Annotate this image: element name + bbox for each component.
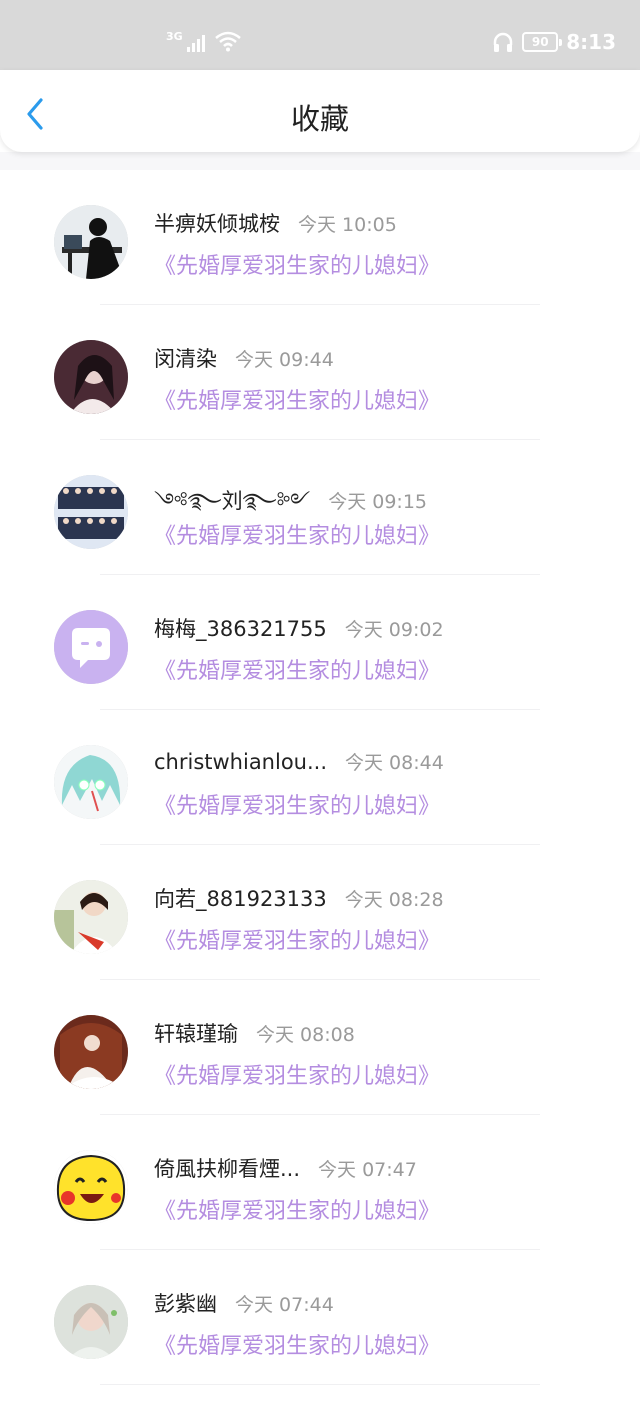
book-title[interactable]: 《先婚厚爱羽生家的儿媳妇》	[154, 1058, 440, 1090]
user-name: 闵清染	[154, 347, 217, 371]
user-name: 半痹妖倾城桉	[154, 212, 280, 236]
list-item[interactable]: ༺࿐刘࿐༻ 今天 09:15 《先婚厚爱羽生家的儿媳妇》	[0, 440, 640, 575]
list-item[interactable]: 闵清染 今天 09:44 《先婚厚爱羽生家的儿媳妇》	[0, 305, 640, 440]
signal-icon	[186, 32, 205, 52]
header-gap	[0, 152, 640, 170]
item-header: 倚風扶柳看煙... 今天 07:47	[154, 1153, 417, 1183]
headphone-icon	[494, 32, 513, 52]
list-item[interactable]: 轩辕瑾瑜 今天 08:08 《先婚厚爱羽生家的儿媳妇》	[0, 980, 640, 1115]
avatar[interactable]	[54, 1150, 128, 1224]
status-bar: 3G 90 8:13	[0, 0, 640, 70]
user-name: 彭紫幽	[154, 1292, 217, 1316]
list-item[interactable]: christwhianlou... 今天 08:44 《先婚厚爱羽生家的儿媳妇》	[0, 710, 640, 845]
book-title[interactable]: 《先婚厚爱羽生家的儿媳妇》	[154, 788, 440, 820]
timestamp: 今天 08:28	[344, 889, 444, 911]
user-name: 轩辕瑾瑜	[154, 1022, 238, 1046]
timestamp: 今天 08:08	[256, 1024, 355, 1046]
timestamp: 今天 07:47	[318, 1159, 417, 1181]
avatar[interactable]	[54, 880, 128, 954]
timestamp: 今天 10:05	[298, 214, 397, 236]
list-item[interactable]: 梅梅_386321755 今天 09:02 《先婚厚爱羽生家的儿媳妇》	[0, 575, 640, 710]
book-title[interactable]: 《先婚厚爱羽生家的儿媳妇》	[154, 923, 440, 955]
user-name: 向若_881923133	[154, 887, 327, 911]
page-title: 收藏	[290, 102, 349, 136]
timestamp: 今天 09:44	[235, 349, 334, 371]
item-header: christwhianlou... 今天 08:44	[154, 748, 444, 775]
list-item[interactable]: 倚風扶柳看煙... 今天 07:47 《先婚厚爱羽生家的儿媳妇》	[0, 1115, 640, 1250]
timestamp: 今天 07:44	[235, 1294, 334, 1316]
book-title[interactable]: 《先婚厚爱羽生家的儿媳妇》	[154, 518, 440, 550]
list-item[interactable]: 彭紫幽 今天 07:44 《先婚厚爱羽生家的儿媳妇》	[0, 1250, 640, 1385]
avatar[interactable]	[54, 340, 128, 414]
book-title[interactable]: 《先婚厚爱羽生家的儿媳妇》	[154, 1328, 440, 1360]
item-header: 梅梅_386321755 今天 09:02	[154, 613, 444, 643]
wifi-icon	[214, 31, 241, 52]
list-item[interactable]: 半痹妖倾城桉 今天 10:05 《先婚厚爱羽生家的儿媳妇》	[0, 170, 640, 305]
user-name: christwhianlou...	[154, 750, 328, 774]
book-title[interactable]: 《先婚厚爱羽生家的儿媳妇》	[154, 248, 440, 280]
avatar[interactable]	[54, 1285, 128, 1359]
network-indicators: 3G	[166, 30, 241, 52]
item-header: 轩辕瑾瑜 今天 08:08	[154, 1018, 355, 1048]
item-header: 向若_881923133 今天 08:28	[154, 883, 444, 913]
book-title[interactable]: 《先婚厚爱羽生家的儿媳妇》	[154, 1193, 440, 1225]
item-header: 彭紫幽 今天 07:44	[154, 1288, 334, 1318]
book-title[interactable]: 《先婚厚爱羽生家的儿媳妇》	[154, 383, 440, 415]
avatar[interactable]	[54, 745, 128, 819]
status-right: 90 8:13	[492, 30, 616, 54]
user-name: 倚風扶柳看煙...	[154, 1157, 301, 1181]
favorites-list: 半痹妖倾城桉 今天 10:05 《先婚厚爱羽生家的儿媳妇》 闵清染 今天 09:…	[0, 170, 640, 1385]
avatar[interactable]	[54, 1015, 128, 1089]
avatar[interactable]	[54, 475, 128, 549]
item-header: 闵清染 今天 09:44	[154, 343, 334, 373]
battery-icon: 90	[522, 32, 563, 52]
avatar[interactable]	[54, 610, 128, 684]
book-title[interactable]: 《先婚厚爱羽生家的儿媳妇》	[154, 653, 440, 685]
user-name: 梅梅_386321755	[154, 617, 327, 641]
timestamp: 今天 09:02	[344, 619, 444, 641]
network-type: 3G	[166, 30, 183, 43]
header: 收藏	[0, 70, 640, 152]
list-item[interactable]: 向若_881923133 今天 08:28 《先婚厚爱羽生家的儿媳妇》	[0, 845, 640, 980]
timestamp: 今天 09:15	[328, 491, 427, 513]
avatar[interactable]	[54, 205, 128, 279]
item-header: 半痹妖倾城桉 今天 10:05	[154, 208, 397, 238]
divider	[100, 1384, 540, 1385]
clock: 8:13	[566, 30, 616, 54]
timestamp: 今天 08:44	[345, 752, 444, 774]
